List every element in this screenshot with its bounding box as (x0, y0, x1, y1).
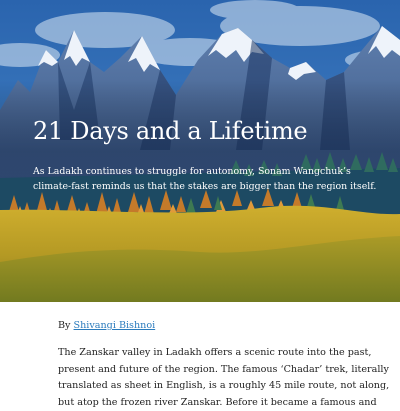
byline: By Shivangi Bishnoi (58, 319, 155, 333)
paragraph-line: but atop the frozen river Zanskar. Befor… (58, 395, 358, 411)
article-body: By Shivangi Bishnoi The Zanskar valley i… (0, 302, 400, 400)
author-link[interactable]: Shivangi Bishnoi (74, 320, 156, 331)
mountain-landscape-illustration (0, 0, 400, 302)
article-subtitle: As Ladakh continues to struggle for auto… (33, 164, 378, 194)
byline-prefix: By (58, 320, 70, 331)
article-title: 21 Days and a Lifetime (33, 116, 307, 146)
paragraph-line: The Zanskar valley in Ladakh offers a sc… (58, 345, 358, 362)
paragraph-line: translated as sheet in English, is a rou… (58, 378, 358, 395)
paragraph-line: present and future of the region. The fa… (58, 362, 358, 379)
article-paragraph: The Zanskar valley in Ladakh offers a sc… (58, 345, 358, 411)
hero-banner: 21 Days and a Lifetime As Ladakh continu… (0, 0, 400, 302)
